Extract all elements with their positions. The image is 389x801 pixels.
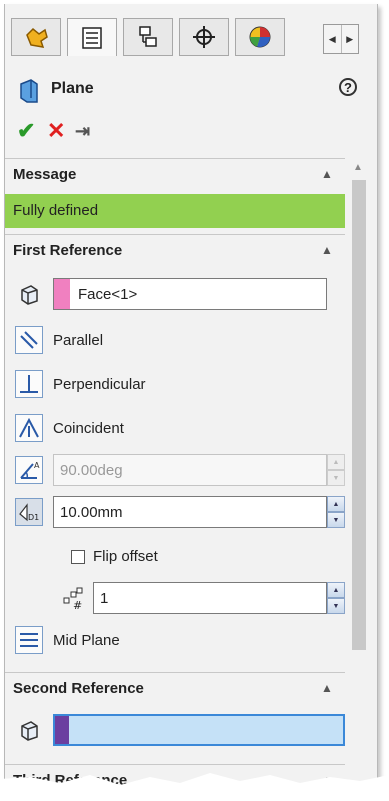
ok-button[interactable]: ✔ [17, 118, 35, 144]
face-selection-icon [15, 280, 43, 308]
property-manager-icon [82, 26, 102, 49]
torn-edge-decoration [0, 773, 389, 801]
property-manager-header: Plane ? [5, 72, 377, 106]
tab-scroll-left-icon[interactable]: ◀ [324, 25, 342, 53]
perpendicular-option[interactable]: Perpendicular [5, 368, 345, 402]
instances-icon: # [59, 584, 87, 612]
display-manager-icon [249, 26, 271, 48]
mid-plane-option[interactable]: Mid Plane [5, 624, 345, 658]
configuration-manager-icon [139, 26, 157, 47]
face-selection-icon [15, 716, 43, 744]
first-reference-selection-box[interactable]: Face<1> [53, 278, 327, 310]
property-content: ▲ Message ▲ Fully defined First Referenc… [5, 158, 377, 794]
svg-text:A: A [34, 461, 40, 470]
collapse-icon[interactable]: ▲ [321, 681, 333, 695]
parallel-label: Parallel [53, 332, 104, 349]
angle-option: A 90.00deg ▲ ▼ [5, 454, 345, 488]
perpendicular-icon[interactable] [15, 370, 43, 398]
scroll-up-icon[interactable]: ▲ [353, 162, 363, 173]
offset-distance-icon[interactable]: D1 [15, 498, 43, 526]
instances-input[interactable]: 1 [93, 582, 327, 614]
flip-offset-label: Flip offset [93, 548, 158, 565]
mid-plane-icon[interactable] [15, 626, 43, 654]
help-icon[interactable]: ? [339, 78, 357, 96]
configuration-manager-tab[interactable] [123, 18, 173, 56]
offset-distance-input[interactable]: 10.00mm [53, 496, 327, 528]
instances-spinner[interactable]: ▲ ▼ [327, 582, 345, 614]
spin-up-icon[interactable]: ▲ [327, 454, 345, 470]
flip-offset-option[interactable]: Flip offset [5, 542, 345, 576]
first-reference-title: First Reference [13, 242, 123, 259]
property-manager-panel: ◀ ▶ Plane ? ✔ ✕ ⇥ ▲ Message ▲ Fully defi… [4, 4, 378, 794]
spin-down-icon[interactable]: ▼ [327, 470, 345, 486]
perpendicular-label: Perpendicular [53, 376, 146, 393]
second-reference-section-header[interactable]: Second Reference ▲ [5, 672, 345, 706]
first-reference-section-header[interactable]: First Reference ▲ [5, 234, 345, 268]
collapse-icon[interactable]: ▲ [321, 167, 333, 181]
offset-option: D1 10.00mm ▲ ▼ [5, 496, 345, 530]
offset-distance-value: 10.00mm [60, 504, 123, 521]
status-message-text: Fully defined [13, 202, 99, 219]
flip-offset-checkbox[interactable] [71, 550, 85, 564]
svg-text:D1: D1 [28, 513, 39, 522]
angle-icon[interactable]: A [15, 456, 43, 484]
spin-down-icon[interactable]: ▼ [327, 512, 345, 528]
instances-option: # 1 ▲ ▼ [5, 582, 345, 616]
svg-text:#: # [73, 599, 82, 610]
dimxpert-manager-icon [193, 26, 215, 48]
spin-up-icon[interactable]: ▲ [327, 496, 345, 512]
spin-up-icon[interactable]: ▲ [327, 582, 345, 598]
plane-feature-icon [20, 79, 38, 103]
message-section-title: Message [13, 166, 77, 183]
vertical-scrollbar[interactable]: ▲ [349, 158, 369, 794]
spin-down-icon[interactable]: ▼ [327, 598, 345, 614]
feature-manager-icon [26, 27, 48, 48]
tab-scroll-right-icon[interactable]: ▶ [342, 25, 359, 53]
parallel-option[interactable]: Parallel [5, 324, 345, 358]
coincident-option[interactable]: Coincident [5, 412, 345, 446]
parallel-icon[interactable] [15, 326, 43, 354]
coincident-label: Coincident [53, 420, 124, 437]
first-reference-selection-row: Face<1> [5, 278, 345, 312]
selection-color-swatch [55, 716, 69, 744]
dimxpert-manager-tab[interactable] [179, 18, 229, 56]
scrollbar-thumb[interactable] [352, 180, 366, 650]
second-reference-selection-box[interactable] [53, 714, 345, 746]
message-section-header[interactable]: Message ▲ [5, 158, 345, 192]
mid-plane-label: Mid Plane [53, 632, 120, 649]
angle-input[interactable]: 90.00deg [53, 454, 327, 486]
angle-spinner[interactable]: ▲ ▼ [327, 454, 345, 486]
manager-tab-bar: ◀ ▶ [5, 18, 377, 58]
second-reference-title: Second Reference [13, 680, 144, 697]
angle-value: 90.00deg [60, 462, 123, 479]
pin-button[interactable]: ⇥ [75, 118, 90, 144]
page-title: Plane [51, 80, 94, 97]
offset-spinner[interactable]: ▲ ▼ [327, 496, 345, 528]
tab-scroll-control[interactable]: ◀ ▶ [323, 24, 359, 54]
selection-color-swatch [54, 279, 70, 309]
instances-value: 1 [100, 590, 109, 607]
feature-manager-tab[interactable] [11, 18, 61, 56]
property-manager-tab[interactable] [67, 18, 117, 56]
action-buttons: ✔ ✕ ⇥ [13, 118, 133, 148]
second-reference-selection-row [5, 714, 345, 748]
selection-value: Face<1> [78, 286, 138, 303]
status-message: Fully defined [5, 194, 345, 228]
coincident-icon[interactable] [15, 414, 43, 442]
cancel-button[interactable]: ✕ [47, 118, 65, 144]
collapse-icon[interactable]: ▲ [321, 243, 333, 257]
display-manager-tab[interactable] [235, 18, 285, 56]
